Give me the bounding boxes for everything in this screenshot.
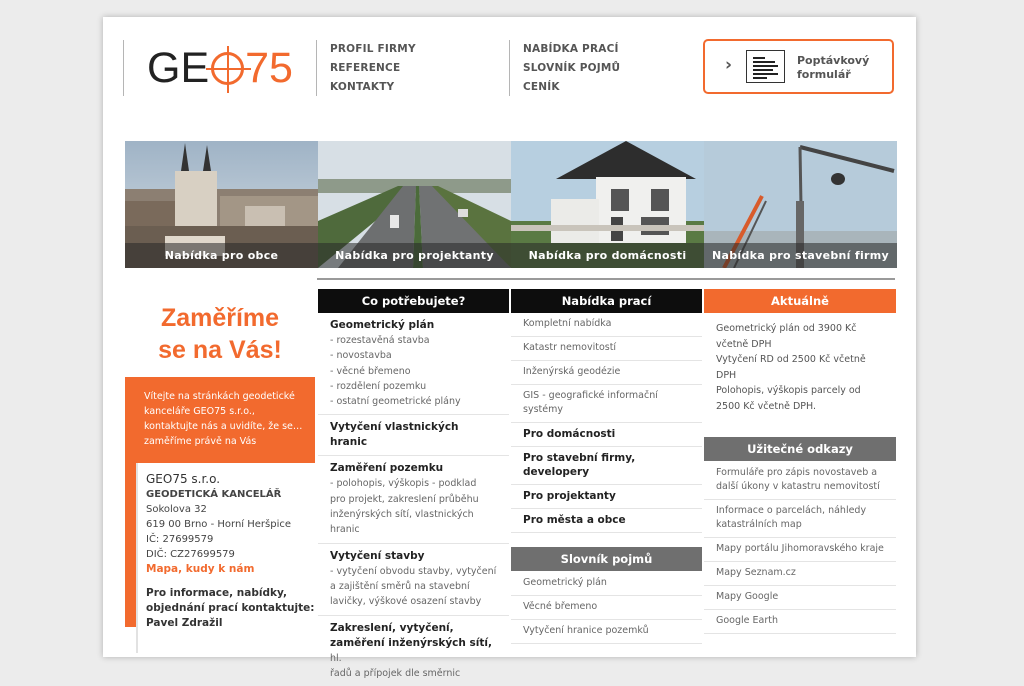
service-title-line: zaměření inženýrských sítí, hl.	[330, 636, 497, 666]
service-title[interactable]: Geometrický plán	[330, 315, 497, 333]
service-title-tail: hl.	[330, 652, 342, 664]
service-subitem: a zajištění směrů na stavební	[330, 580, 470, 592]
nabidka-item[interactable]: Inženýrská geodézie	[511, 361, 702, 385]
service-block[interactable]: Vytyčení stavby - vytyčení obvodu stavby…	[318, 544, 509, 616]
info-line: Pro informace, nabídky,	[146, 587, 287, 599]
slogan: Zaměříme se na Vás!	[125, 302, 315, 366]
photo-caption: Nabídka pro projektanty	[318, 243, 511, 268]
service-subitem: lavičky, výškové osazení stavby	[330, 596, 482, 608]
aktualne-line: Vytyčení RD od 2500 Kč včetně	[716, 354, 866, 365]
slovnik-item[interactable]: Geometrický plán	[511, 572, 702, 596]
address-street: Sokolova 32	[146, 504, 207, 515]
slovnik-item[interactable]: Vytyčení hranice pozemků	[511, 620, 702, 644]
odkaz-link[interactable]: Informace o parcelách, náhledy katastrál…	[704, 500, 896, 538]
slogan-line: Zaměříme	[160, 304, 280, 332]
odkazy-list: Formuláře pro zápis novostaveb a další ú…	[704, 462, 896, 634]
nabidka-item[interactable]: GIS - geografické informační systémy	[511, 385, 702, 423]
service-title[interactable]: Vytyčení stavby	[330, 546, 497, 564]
service-subitem: - rozdělení pozemku	[330, 380, 427, 392]
dic: DIČ: CZ27699579	[146, 549, 235, 560]
photo-obce[interactable]: Nabídka pro obce	[125, 141, 318, 268]
service-subitem: - ostatní geometrické plány	[330, 396, 461, 408]
header-divider	[509, 40, 510, 96]
service-subitem: - věcné břemeno	[330, 365, 411, 377]
photo-caption: Nabídka pro stavební firmy	[704, 243, 897, 268]
header-divider	[316, 40, 317, 96]
aktualne-line: Geometrický plán od 3900 Kč	[716, 323, 857, 334]
nav-kontakty[interactable]: KONTAKTY	[330, 81, 394, 93]
header-divider	[123, 40, 124, 96]
contact-box: GEO75 s.r.o. GEODETICKÁ KANCELÁŘ Sokolov…	[136, 463, 318, 653]
service-subitem: - vytyčení obvodu stavby, vytyčení	[330, 565, 497, 577]
company-subtitle: GEODETICKÁ KANCELÁŘ	[146, 489, 282, 500]
service-subitem: - polohopis, výškopis - podklad	[330, 478, 477, 490]
potrebujete-heading: Co potřebujete?	[318, 289, 509, 313]
logo-prefix: GE	[147, 44, 210, 92]
contact-person: Pavel Zdražil	[146, 617, 223, 629]
aktualne-line: 2500 Kč včetně DPH.	[716, 400, 817, 412]
photo-stavebni-firmy[interactable]: Nabídka pro stavební firmy	[704, 141, 897, 268]
service-title[interactable]: Vytyčení vlastnických hranic	[330, 417, 497, 450]
service-block[interactable]: Geometrický plán - rozestavěná stavba - …	[318, 313, 509, 416]
nav-profil-firmy[interactable]: PROFIL FIRMY	[330, 43, 416, 55]
odkaz-link[interactable]: Mapy Seznam.cz	[704, 562, 896, 586]
nav-slovnik-pojmu[interactable]: SLOVNÍK POJMŮ	[523, 62, 620, 74]
service-block[interactable]: Vytyčení vlastnických hranic	[318, 415, 509, 457]
form-button-label: Poptávkový formulář	[797, 54, 870, 81]
nav-nabidka-praci[interactable]: NABÍDKA PRACÍ	[523, 43, 619, 55]
nabidka-bold-item[interactable]: Pro města a obce	[511, 509, 702, 533]
ic: IČ: 27699579	[146, 534, 214, 545]
odkaz-link[interactable]: Formuláře pro zápis novostaveb a další ú…	[704, 462, 896, 500]
aktualne-line: DPH	[716, 369, 737, 381]
photo-caption: Nabídka pro domácnosti	[511, 243, 704, 268]
form-document-icon	[746, 50, 785, 83]
nabidka-item[interactable]: Katastr nemovitostí	[511, 337, 702, 361]
nav-reference[interactable]: REFERENCE	[330, 62, 400, 74]
welcome-text: Vítejte na stránkách geodetické kancelář…	[144, 391, 303, 447]
aktualne-line: včetně DPH	[716, 338, 772, 350]
address-city: 619 00 Brno - Horní Heršpice	[146, 519, 292, 530]
info-line: objednání prací kontaktujte:	[146, 602, 315, 614]
odkaz-link[interactable]: Google Earth	[704, 610, 896, 634]
chevron-right-icon: ›	[725, 55, 733, 75]
slovnik-item[interactable]: Věcné břemeno	[511, 596, 702, 620]
company-name: GEO75 s.r.o.	[146, 472, 221, 486]
service-title[interactable]: Zakreslení, vytyčení,	[330, 618, 497, 636]
odkazy-heading: Užitečné odkazy	[704, 437, 896, 461]
photo-domacnosti[interactable]: Nabídka pro domácnosti	[511, 141, 704, 268]
service-block[interactable]: Zaměření pozemku - polohopis, výškopis -…	[318, 456, 509, 544]
nabidka-bold-item[interactable]: Pro stavební firmy, developery	[511, 447, 702, 485]
crosshair-icon	[206, 46, 252, 93]
potrebujete-list: Geometrický plán - rozestavěná stavba - …	[318, 313, 509, 686]
odkaz-link[interactable]: Mapy Google	[704, 586, 896, 610]
service-block[interactable]: Zakreslení, vytyčení, zaměření inženýrsk…	[318, 616, 509, 686]
slovnik-heading: Slovník pojmů	[511, 547, 702, 571]
horizontal-divider	[317, 278, 895, 280]
service-subitem: inženýrských sítí, vlastnických	[330, 509, 474, 521]
nabidka-bold-item[interactable]: Pro projektanty	[511, 485, 702, 509]
service-subitem: pro projekt, zakreslení průběhu	[330, 493, 479, 505]
photo-projektanty[interactable]: Nabídka pro projektanty	[318, 141, 511, 268]
nav-cenik[interactable]: CENÍK	[523, 81, 560, 93]
aktualne-line: Polohopis, výškopis parcely od	[716, 385, 861, 396]
poptavkovy-formular-button[interactable]: › Poptávkový formulář	[703, 39, 894, 94]
service-subitem: řadů a přípojek dle směrnic	[330, 667, 461, 679]
slovnik-list: Geometrický plán Věcné břemeno Vytyčení …	[511, 572, 702, 644]
slogan-line: se na Vás!	[158, 336, 282, 364]
photo-caption: Nabídka pro obce	[125, 243, 318, 268]
nabidka-bold-item[interactable]: Pro domácnosti	[511, 423, 702, 447]
service-subitem: - novostavba	[330, 350, 392, 362]
odkaz-link[interactable]: Mapy portálu Jihomoravského kraje	[704, 538, 896, 562]
service-title[interactable]: Zaměření pozemku	[330, 458, 497, 476]
nabidka-item[interactable]: Kompletní nabídka	[511, 313, 702, 337]
nabidka-heading: Nabídka prací	[511, 289, 702, 313]
logo-number: 75	[245, 44, 293, 92]
logo[interactable]: GE 75	[147, 42, 293, 94]
aktualne-text: Geometrický plán od 3900 Kč včetně DPH V…	[704, 316, 896, 419]
nabidka-list: Kompletní nabídka Katastr nemovitostí In…	[511, 313, 702, 533]
aktualne-heading: Aktuálně	[704, 289, 896, 313]
map-link[interactable]: Mapa, kudy k nám	[146, 562, 318, 577]
service-subitem: hranic	[330, 524, 360, 536]
service-subitem: - rozestavěná stavba	[330, 335, 430, 346]
